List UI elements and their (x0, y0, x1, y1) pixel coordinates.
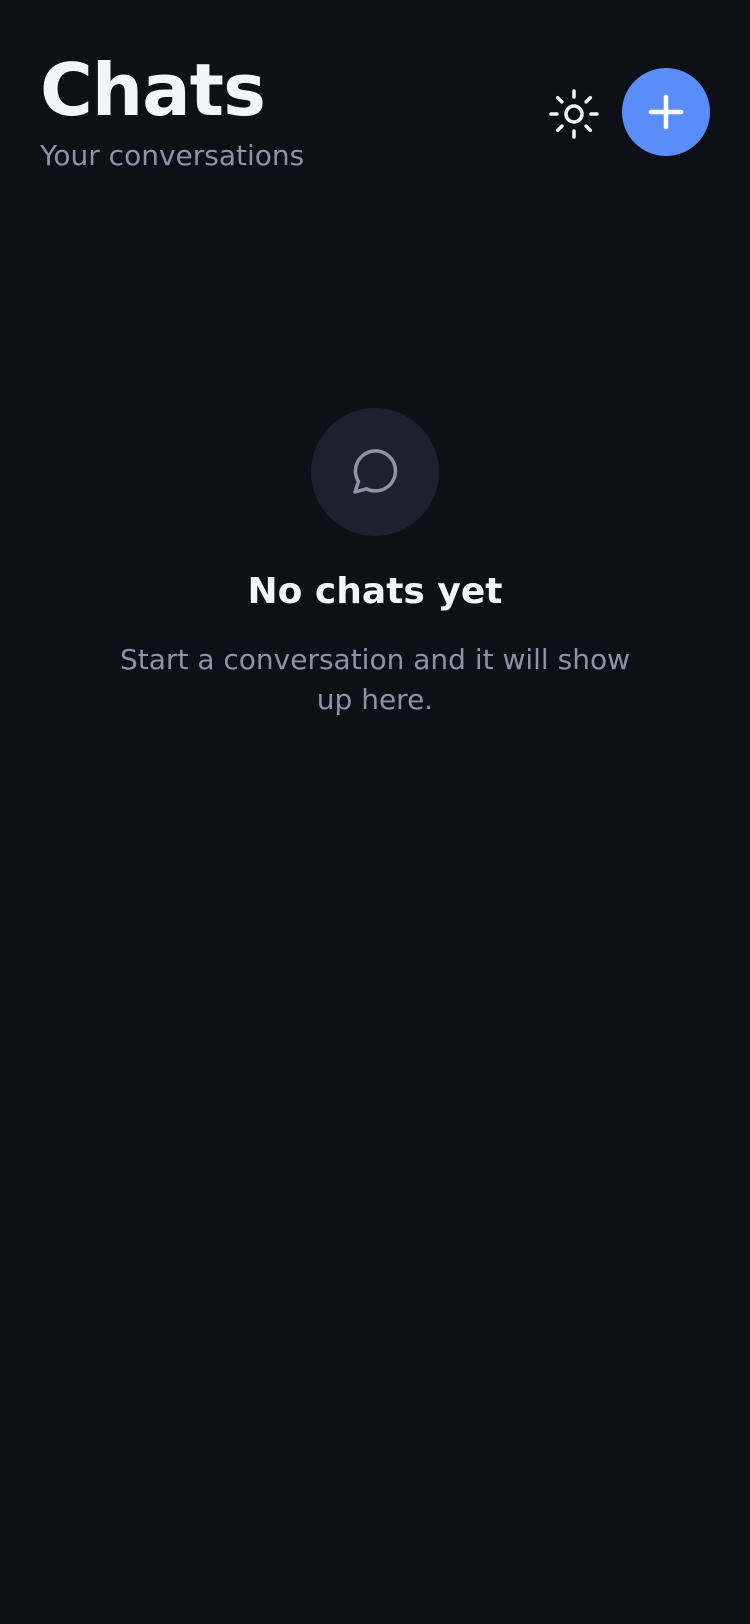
empty-state: No chats yet Start a conversation and it… (0, 408, 750, 720)
chats-screen: Chats Your conversations No chats yet St… (0, 0, 750, 1624)
page-subtitle: Your conversations (40, 139, 305, 172)
theme-toggle-button[interactable] (544, 84, 604, 144)
plus-icon (622, 68, 710, 156)
new-chat-button[interactable] (622, 68, 710, 156)
empty-state-icon-circle (311, 408, 439, 536)
sun-icon (544, 84, 604, 144)
header: Chats Your conversations (0, 0, 750, 200)
empty-state-description: Start a conversation and it will show up… (120, 643, 630, 716)
empty-state-title: No chats yet (247, 571, 503, 612)
chat-bubble-icon (347, 444, 403, 500)
page-title: Chats (40, 48, 266, 132)
